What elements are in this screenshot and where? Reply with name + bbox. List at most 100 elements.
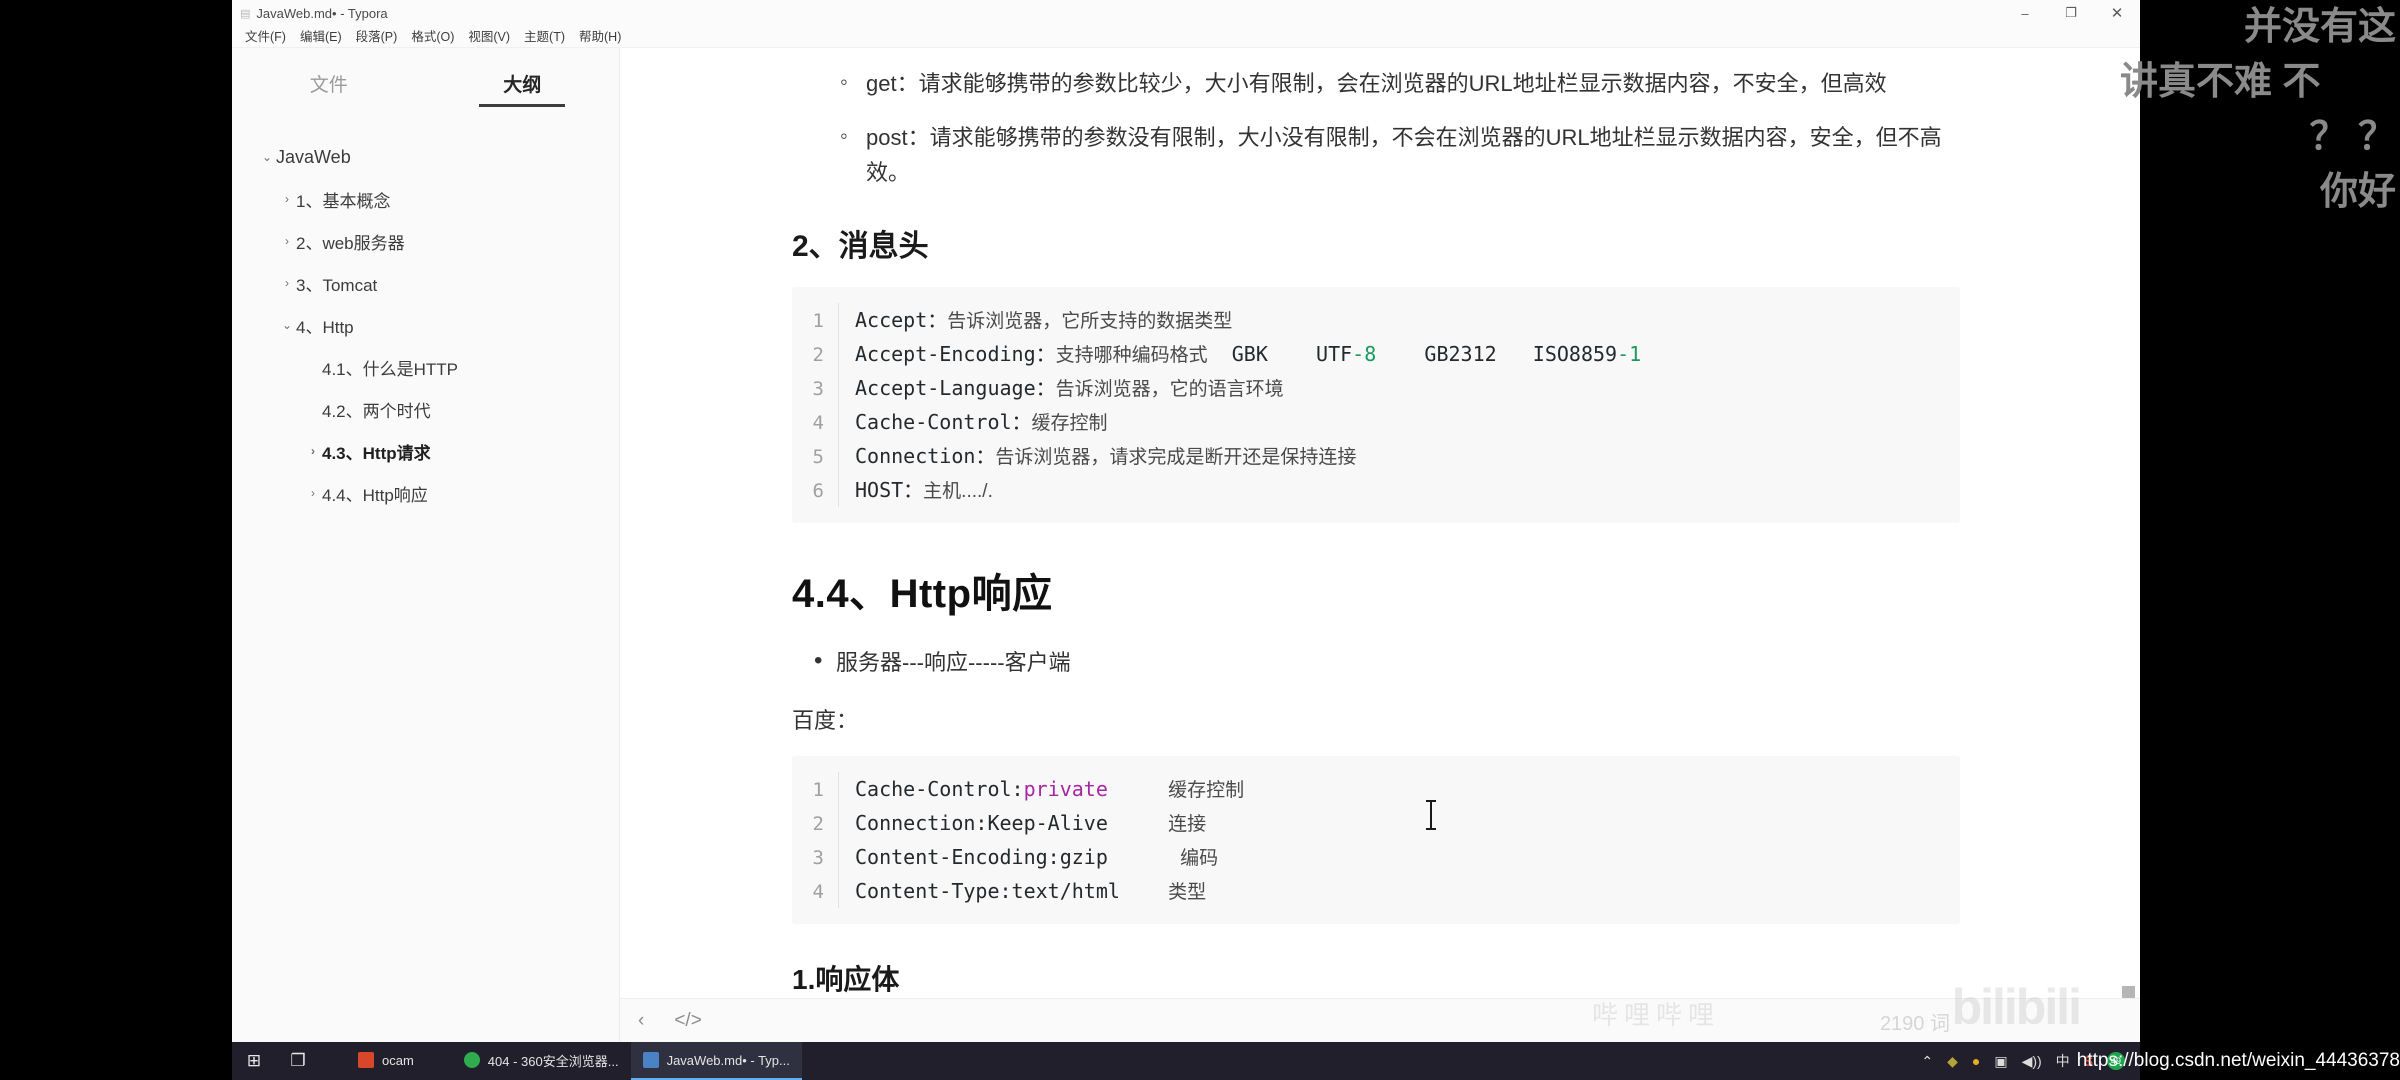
outline-item-label: 4、Http [296, 317, 354, 337]
line-number: 3 [812, 846, 824, 869]
ime-icon[interactable]: 中 [2056, 1051, 2070, 1071]
outline-item-label: JavaWeb [276, 146, 351, 167]
chevron-right-icon[interactable]: › [304, 486, 322, 500]
volume-icon[interactable]: ◀)) [2022, 1053, 2042, 1070]
screen: ▤ JavaWeb.md• - Typora – ❐ ✕ 文件(F) 编辑(E)… [0, 0, 2400, 1080]
menu-theme[interactable]: 主题(T) [517, 26, 572, 48]
tab-outline[interactable]: 大纲 [426, 70, 620, 107]
outline-item-label: 4.2、两个时代 [322, 401, 431, 421]
menu-view[interactable]: 视图(V) [461, 26, 517, 48]
code-text: HOST：主机..../. [855, 477, 993, 502]
browser-icon [463, 1052, 480, 1068]
taskbar-app-label: JavaWeb.md• - Typ... [666, 1052, 790, 1068]
outline-item-javaweb[interactable]: ⌄ JavaWeb [232, 136, 619, 178]
typora-icon [642, 1052, 659, 1068]
chevron-right-icon[interactable]: › [278, 192, 296, 206]
code-line: 2 Accept-Encoding：支持哪种编码格式 GBK UTF-8 GB23… [792, 336, 1960, 371]
word-count: 2190 词 [1879, 1013, 1950, 1035]
danmaku-line: 并没有这 [2243, 6, 2396, 48]
outline-item-web-server[interactable]: › 2、web服务器 [232, 220, 619, 262]
taskbar-app-browser[interactable]: 404 - 360安全浏览器... [452, 1042, 631, 1080]
code-line: 1 Accept：告诉浏览器，它所支持的数据类型 [792, 302, 1960, 337]
outline-tree: ⌄ JavaWeb › 1、基本概念 › 2、web服务器 › 3、Tomcat… [232, 110, 619, 514]
code-text: Accept-Encoding：支持哪种编码格式 GBK UTF-8 GB231… [855, 341, 1642, 366]
gutter-divider [838, 404, 839, 439]
menu-edit[interactable]: 编辑(E) [293, 26, 349, 48]
line-number: 1 [812, 309, 824, 332]
outline-item-http-request[interactable]: › 4.3、Http请求 [232, 430, 619, 472]
sidebar: 文件 大纲 ⌄ JavaWeb › 1、基本概念 › 2、web服务器 › 3、… [232, 48, 620, 1042]
code-block-response-headers[interactable]: 1 Cache-Control:private 缓存控制 2 Connection:… [792, 755, 1960, 924]
chevron-up-icon[interactable]: ⌃ [1921, 1053, 1933, 1070]
start-button-icon[interactable]: ⊞ [232, 1042, 276, 1080]
chevron-right-icon[interactable]: › [278, 234, 296, 248]
code-text: Content-Type:text/html 类型 [855, 878, 1207, 903]
outline-item-what-is-http[interactable]: 4.1、什么是HTTP [232, 346, 619, 388]
outline-item-http[interactable]: ⌄ 4、Http [232, 304, 619, 346]
code-text: Connection：告诉浏览器，请求完成是断开还是保持连接 [855, 443, 1357, 468]
code-text: Content-Encoding:gzip 编码 [855, 844, 1219, 869]
outline-item-label: 3、Tomcat [296, 275, 378, 295]
outline-item-tomcat[interactable]: › 3、Tomcat [232, 262, 619, 304]
task-view-icon[interactable]: ❐ [276, 1042, 320, 1080]
document-icon: ▤ [240, 7, 251, 20]
line-number: 3 [812, 377, 824, 400]
menu-file[interactable]: 文件(F) [238, 26, 293, 48]
code-line: 5 Connection：告诉浏览器，请求完成是断开还是保持连接 [792, 438, 1960, 473]
menu-format[interactable]: 格式(O) [404, 26, 461, 48]
editor-scroll-area[interactable]: get：请求能够携带的参数比较少，大小有限制，会在浏览器的URL地址栏显示数据内… [620, 48, 2140, 998]
line-number: 5 [812, 445, 824, 468]
outline-item-label: 4.1、什么是HTTP [322, 359, 459, 379]
line-number: 2 [812, 812, 824, 835]
nvidia-icon[interactable]: ◆ [1947, 1053, 1958, 1070]
markdown-content[interactable]: get：请求能够携带的参数比较少，大小有限制，会在浏览器的URL地址栏显示数据内… [620, 48, 2140, 998]
menu-help[interactable]: 帮助(H) [572, 26, 628, 48]
taskbar: ⊞ ❐ ocam 404 - 360安全浏览器... JavaWeb.md• -… [232, 1042, 2140, 1080]
taskbar-app-ocam[interactable]: ocam [346, 1042, 426, 1080]
outline-item-two-eras[interactable]: 4.2、两个时代 [232, 388, 619, 430]
monitor-icon[interactable]: ▣ [1994, 1053, 2007, 1070]
back-button[interactable]: ‹ [638, 1010, 644, 1032]
gutter-divider [838, 472, 839, 507]
baidu-label: 百度： [792, 707, 859, 733]
code-text: Cache-Control:private 缓存控制 [855, 776, 1245, 801]
line-number: 1 [812, 778, 824, 801]
letterbox-left [0, 0, 232, 1080]
heading-response-body: 1.响应体 [792, 963, 900, 995]
shield-icon[interactable]: ● [1972, 1053, 1980, 1069]
line-number: 4 [812, 880, 824, 903]
chevron-down-icon[interactable]: ⌄ [278, 318, 296, 332]
maximize-button[interactable]: ❐ [2048, 0, 2094, 26]
bilibili-logo-watermark: bilibili [1951, 979, 2082, 1035]
text-cursor [1426, 799, 1436, 830]
chevron-right-icon[interactable]: › [304, 444, 322, 458]
list-item: 服务器---响应-----客户端 [810, 642, 1960, 681]
gutter-divider [838, 336, 839, 371]
outline-item-basic-concept[interactable]: › 1、基本概念 [232, 178, 619, 220]
csdn-watermark-url: https://blog.csdn.net/weixin_44436378 [2076, 1050, 2400, 1071]
code-text: Accept-Language：告诉浏览器，它的语言环境 [855, 375, 1284, 400]
response-bullet-list: 服务器---响应-----客户端 [810, 642, 1960, 681]
chevron-right-icon[interactable]: › [278, 276, 296, 290]
code-block-message-header[interactable]: 1 Accept：告诉浏览器，它所支持的数据类型 2 Accept-Encoding… [792, 286, 1960, 523]
menu-paragraph[interactable]: 段落(P) [349, 26, 405, 48]
scrollbar-thumb[interactable] [2122, 986, 2135, 998]
outline-item-label: 2、web服务器 [296, 233, 405, 253]
source-code-toggle-button[interactable]: </> [674, 1010, 701, 1032]
list-item: post：请求能够携带的参数没有限制，大小没有限制，不会在浏览器的URL地址栏显… [838, 118, 1960, 191]
gutter-divider [838, 438, 839, 473]
tab-files[interactable]: 文件 [232, 70, 426, 107]
taskbar-app-typora[interactable]: JavaWeb.md• - Typ... [630, 1042, 802, 1080]
taskbar-app-label: ocam [382, 1052, 414, 1068]
outline-item-http-response[interactable]: › 4.4、Http响应 [232, 472, 619, 514]
gutter-divider [838, 302, 839, 337]
line-number: 2 [812, 343, 824, 366]
bilibili-cn-watermark: 哔哩哔哩 [1591, 1000, 1720, 1030]
danmaku-overlay: 并没有这 讲真不难 不 ？ ？ 你好 [2120, 0, 2400, 260]
outline-item-label: 4.3、Http请求 [322, 443, 431, 463]
line-number: 4 [812, 411, 824, 434]
chevron-down-icon[interactable]: ⌄ [258, 150, 276, 164]
minimize-button[interactable]: – [2002, 0, 2048, 26]
gutter-divider [838, 805, 839, 840]
heading-http-response: 4.4、Http响应 [792, 571, 1053, 616]
